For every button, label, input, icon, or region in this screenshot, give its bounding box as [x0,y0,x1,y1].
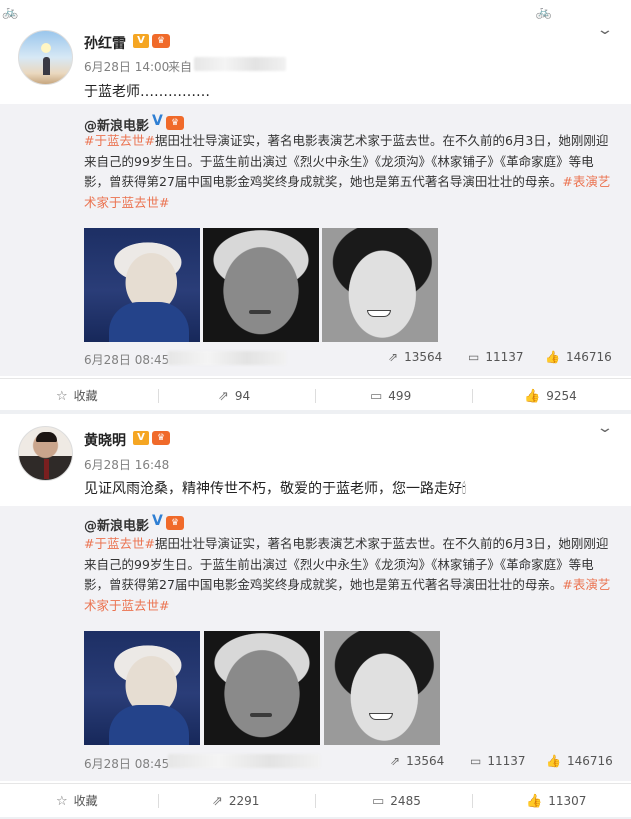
comment-icon: ▭ [468,350,480,364]
post-time[interactable]: 6月28日 14:00 [84,58,169,75]
redacted-source [168,754,320,768]
repost-block[interactable]: @新浪电影 V ♛ #于蓝去世#据田壮壮导演证实，著名电影表演艺术家于蓝去世。在… [0,506,631,781]
bicycle-decoration-icon: 🚲 [535,5,552,20]
chevron-down-icon[interactable]: ⌄ [596,420,614,436]
repost-time[interactable]: 6月28日 08:45 [84,755,169,772]
like-icon: 👍 [524,389,541,404]
like-icon: 👍 [546,754,561,768]
star-icon: ☆ [56,389,68,404]
verified-badge-icon: V [133,431,149,445]
repost-count[interactable]: ⇗ 13564 [388,350,442,364]
post-source-label: 来自 [168,60,193,74]
author-name[interactable]: 孙红雷 [84,33,126,53]
photo-thumbnail[interactable] [204,631,320,745]
repost-time[interactable]: 6月28日 08:45 [84,351,169,368]
verified-badge-icon: V [133,34,149,48]
comment-button[interactable]: ▭ 499 [370,379,411,413]
repost-icon: ⇗ [388,350,399,364]
redacted-source [168,351,286,365]
comment-icon: ▭ [470,754,482,768]
like-button[interactable]: 👍 11307 [526,784,586,818]
hashtag-link[interactable]: #于蓝去世# [84,133,155,148]
hashtag-link[interactable]: #于蓝去世# [84,536,155,551]
repost-block[interactable]: @新浪电影 V ♛ #于蓝去世#据田壮壮导演证实，著名电影表演艺术家于蓝去世。在… [0,104,631,376]
post-text: 见证风雨沧桑，精神传世不朽，敬爱的于蓝老师，您一路走好🕯 [84,481,466,497]
verified-blue-icon: V [152,513,163,529]
post-time[interactable]: 6月28日 16:48 [84,456,169,473]
repost-button[interactable]: ⇗ 2291 [212,784,259,818]
verified-blue-icon: V [152,113,163,129]
repost-button[interactable]: ⇗ 94 [218,379,250,413]
weibo-post-1: 🚲 🚲 孙红雷 V ♛ ⌄ 6月28日 14:00 来自 于蓝老师…………… @… [0,0,631,410]
photo-thumbnail[interactable] [84,631,200,745]
repost-count[interactable]: ⇗ 13564 [390,754,444,768]
repost-body: #于蓝去世#据田壮壮导演证实，著名电影表演艺术家于蓝去世。在不久前的6月3日，她… [84,133,611,210]
repost-author[interactable]: @新浪电影 [84,515,149,534]
chevron-down-icon[interactable]: ⌄ [596,22,614,38]
member-crown-icon: ♛ [166,116,184,130]
photo-thumbnail[interactable] [322,228,438,342]
like-count[interactable]: 👍 146716 [546,754,613,768]
like-count[interactable]: 👍 146716 [545,350,612,364]
comment-icon: ▭ [372,794,385,809]
star-icon: ☆ [56,794,68,809]
comment-count[interactable]: ▭ 11137 [468,350,524,364]
member-crown-icon: ♛ [166,516,184,530]
comment-count[interactable]: ▭ 11137 [470,754,526,768]
action-bar: ☆ 收藏 ⇗ 2291 ▭ 2485 👍 11307 [0,783,631,817]
repost-icon: ⇗ [218,389,229,404]
action-bar: ☆ 收藏 ⇗ 94 ▭ 499 👍 9254 [0,378,631,412]
redacted-source [194,57,286,71]
weibo-post-2: 黄晓明 V ♛ ⌄ 6月28日 16:48 见证风雨沧桑，精神传世不朽，敬爱的于… [0,414,631,817]
photo-thumbnail[interactable] [203,228,319,342]
comment-button[interactable]: ▭ 2485 [372,784,421,818]
photo-thumbnail[interactable] [324,631,440,745]
post-text: 于蓝老师…………… [84,84,210,100]
favorite-button[interactable]: ☆ 收藏 [56,379,98,413]
member-crown-icon: ♛ [152,34,170,48]
photo-thumbnail[interactable] [84,228,200,342]
repost-icon: ⇗ [212,794,223,809]
favorite-button[interactable]: ☆ 收藏 [56,784,98,818]
member-crown-icon: ♛ [152,431,170,445]
like-icon: 👍 [545,350,560,364]
like-icon: 👍 [526,794,543,809]
avatar[interactable] [18,426,73,481]
like-button[interactable]: 👍 9254 [524,379,577,413]
repost-icon: ⇗ [390,754,401,768]
avatar[interactable] [18,30,73,85]
comment-icon: ▭ [370,389,383,404]
repost-body: #于蓝去世#据田壮壮导演证实，著名电影表演艺术家于蓝去世。在不久前的6月3日，她… [84,536,611,613]
author-name[interactable]: 黄晓明 [84,430,126,450]
bicycle-decoration-icon: 🚲 [2,5,18,20]
